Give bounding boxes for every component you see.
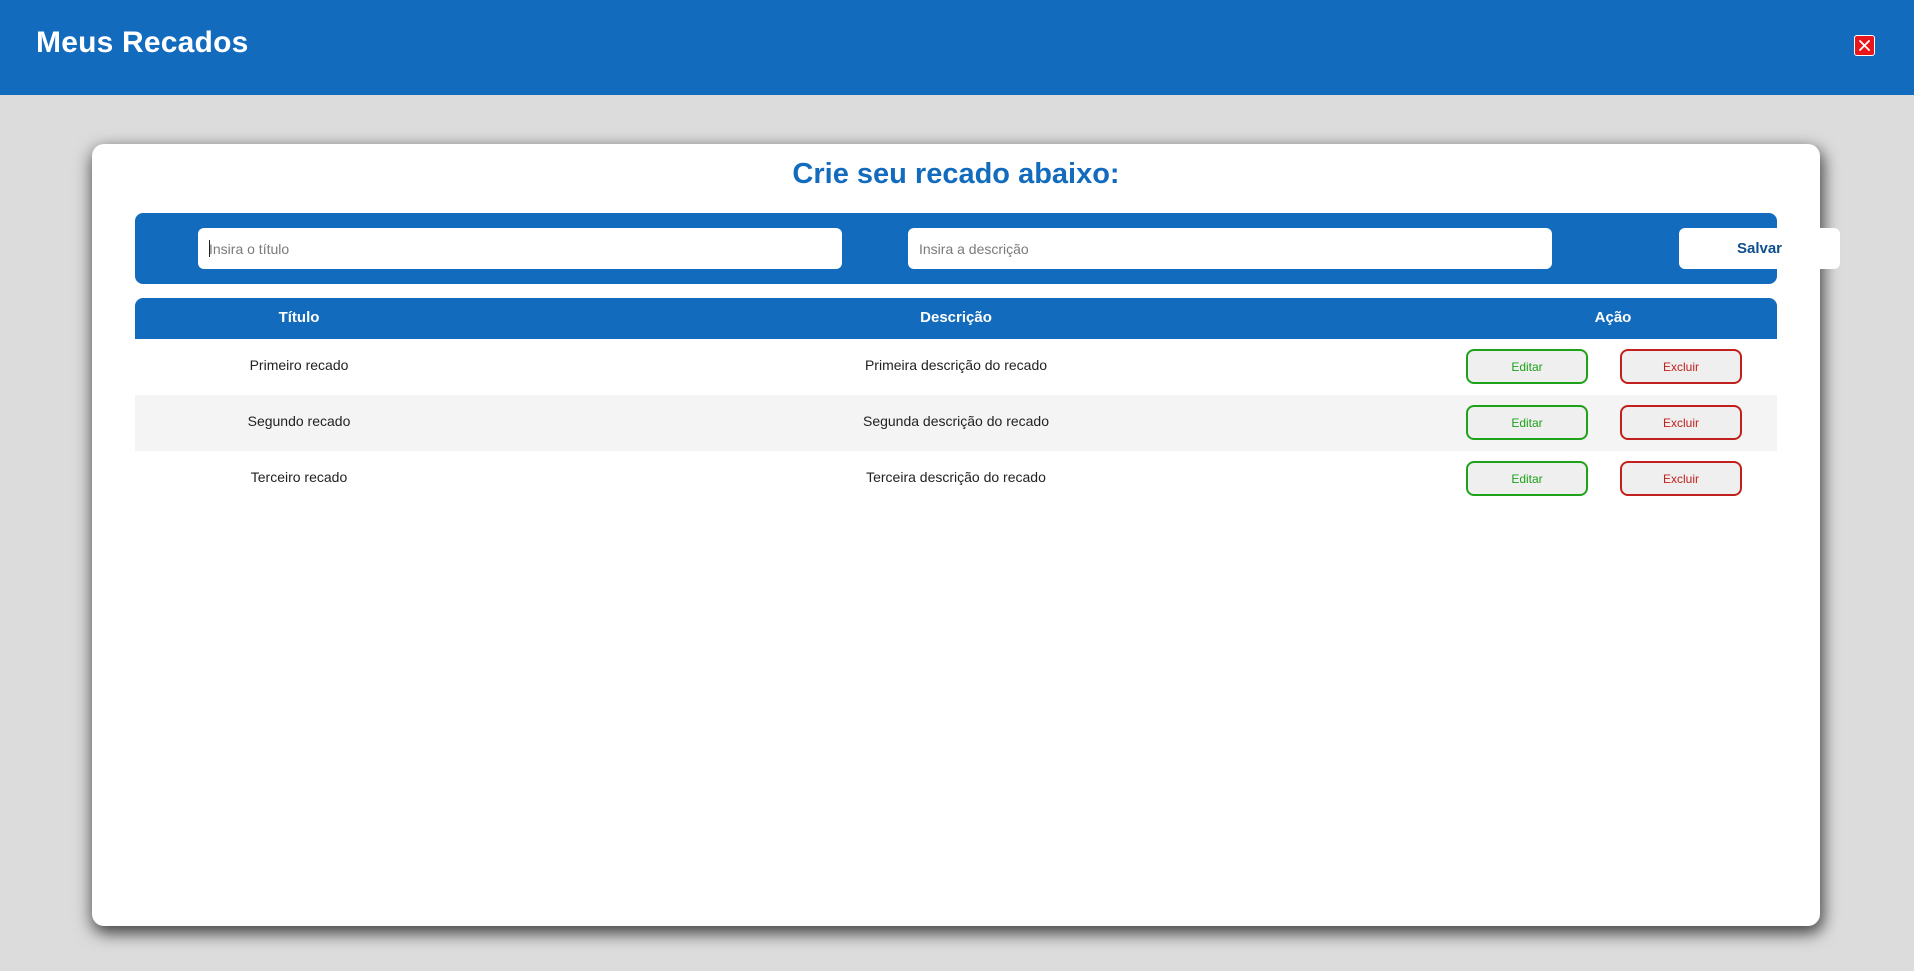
title-input[interactable] (198, 228, 842, 269)
edit-button[interactable]: Editar (1466, 461, 1588, 496)
text-caret (209, 240, 210, 257)
description-input[interactable] (908, 228, 1552, 269)
new-message-form: Salvar (135, 213, 1840, 284)
delete-button[interactable]: Excluir (1620, 461, 1742, 496)
row-description: Terceira descrição do recado (866, 469, 1046, 485)
table-header: Título Descrição Ação (135, 298, 1777, 339)
row-description: Primeira descrição do recado (864, 357, 1048, 373)
table-row: Primeiro recado Primeira descrição do re… (135, 339, 1777, 395)
column-header-action: Ação (1594, 309, 1632, 326)
row-title: Primeiro recado (249, 357, 349, 373)
edit-button[interactable]: Editar (1466, 405, 1588, 440)
form-heading: Crie seu recado abaixo: (792, 158, 1120, 190)
save-button[interactable]: Salvar (1679, 228, 1840, 269)
messages-table: Título Descrição Ação Primeiro recado Pr… (135, 298, 1777, 507)
app-title: Meus Recados (36, 26, 249, 59)
header-bar: Meus Recados (0, 0, 1914, 95)
row-description: Segunda descrição do recado (862, 413, 1050, 429)
row-title: Terceiro recado (250, 469, 348, 485)
table-row: Terceiro recado Terceira descrição do re… (135, 451, 1777, 507)
messages-card: Crie seu recado abaixo: Salvar Título De… (92, 144, 1840, 926)
delete-button[interactable]: Excluir (1620, 405, 1742, 440)
column-header-description: Descrição (920, 309, 992, 326)
edit-button[interactable]: Editar (1466, 349, 1588, 384)
close-button[interactable] (1854, 35, 1875, 56)
row-title: Segundo recado (247, 413, 351, 429)
delete-button[interactable]: Excluir (1620, 349, 1742, 384)
table-row: Segundo recado Segunda descrição do reca… (135, 395, 1777, 451)
column-header-title: Título (278, 309, 320, 326)
close-icon (1859, 40, 1870, 51)
